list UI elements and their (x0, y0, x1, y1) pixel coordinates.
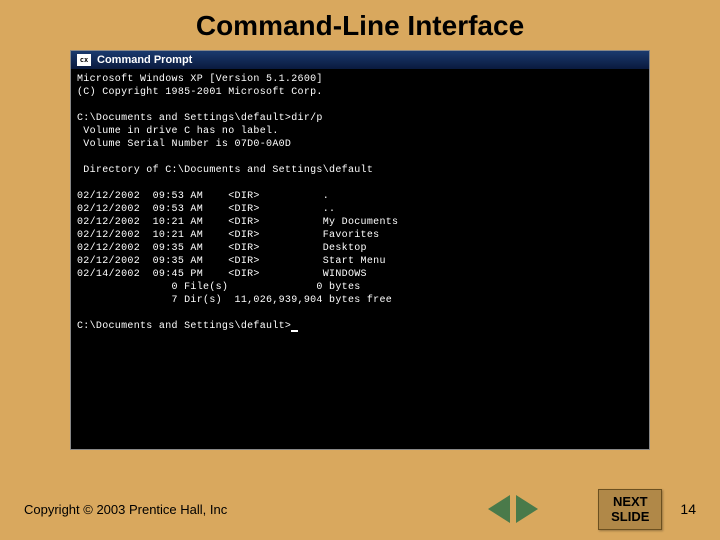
terminal-line: Directory of C:\Documents and Settings\d… (77, 165, 373, 176)
copyright-text: Copyright © 2003 Prentice Hall, Inc (24, 502, 488, 517)
next-arrow-icon[interactable] (516, 495, 538, 523)
slide-title: Command-Line Interface (0, 0, 720, 50)
window-title-bar: cx Command Prompt (71, 51, 649, 69)
terminal-prompt: C:\Documents and Settings\default> (77, 321, 291, 332)
window-title: Command Prompt (97, 54, 192, 66)
cursor-icon (291, 330, 298, 332)
dir-row: 02/12/2002 09:53 AM <DIR> .. (77, 204, 335, 215)
terminal-line: Volume Serial Number is 07D0-0A0D (77, 139, 291, 150)
terminal-line: (C) Copyright 1985-2001 Microsoft Corp. (77, 87, 323, 98)
dir-row: 02/12/2002 10:21 AM <DIR> My Documents (77, 217, 398, 228)
terminal-line: Volume in drive C has no label. (77, 126, 279, 137)
terminal-line: Microsoft Windows XP [Version 5.1.2600] (77, 74, 323, 85)
command-prompt-window: cx Command Prompt Microsoft Windows XP [… (70, 50, 650, 450)
terminal-line: C:\Documents and Settings\default>dir/p (77, 113, 323, 124)
cmd-icon: cx (77, 54, 91, 66)
next-slide-button[interactable]: NEXT SLIDE (598, 489, 662, 530)
dir-row: 02/12/2002 09:35 AM <DIR> Desktop (77, 243, 367, 254)
dir-summary: 7 Dir(s) 11,026,939,904 bytes free (77, 295, 392, 306)
dir-row: 02/12/2002 09:35 AM <DIR> Start Menu (77, 256, 386, 267)
dir-summary: 0 File(s) 0 bytes (77, 282, 361, 293)
dir-row: 02/12/2002 09:53 AM <DIR> . (77, 191, 329, 202)
slide-number: 14 (680, 501, 696, 517)
next-slide-label-1: NEXT (611, 494, 649, 510)
next-slide-label-2: SLIDE (611, 509, 649, 525)
dir-row: 02/14/2002 09:45 PM <DIR> WINDOWS (77, 269, 367, 280)
nav-arrows (488, 495, 538, 523)
slide-footer: Copyright © 2003 Prentice Hall, Inc NEXT… (0, 489, 720, 530)
terminal-output: Microsoft Windows XP [Version 5.1.2600] … (71, 69, 649, 449)
dir-row: 02/12/2002 10:21 AM <DIR> Favorites (77, 230, 379, 241)
prev-arrow-icon[interactable] (488, 495, 510, 523)
